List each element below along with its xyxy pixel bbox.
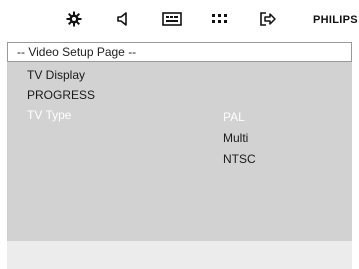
dots-grid-icon[interactable] — [208, 8, 232, 30]
settings-panel: TV Display PROGRESS TV Type PAL Multi NT… — [7, 62, 352, 241]
brand-logo: PHILIPS — [313, 14, 358, 26]
option-pal[interactable]: PAL — [223, 110, 245, 124]
menu-item-tv-display[interactable]: TV Display — [27, 68, 85, 82]
speaker-icon[interactable] — [113, 8, 135, 30]
menu-item-progress[interactable]: PROGRESS — [27, 88, 95, 102]
top-toolbar: PHILIPS — [0, 0, 359, 40]
exit-icon[interactable] — [256, 8, 280, 30]
subtitle-icon[interactable] — [160, 8, 184, 30]
option-ntsc[interactable]: NTSC — [223, 152, 256, 166]
option-multi[interactable]: Multi — [223, 131, 248, 145]
gear-icon[interactable] — [63, 8, 85, 30]
page-title: -- Video Setup Page -- — [17, 45, 137, 59]
page-title-bar: -- Video Setup Page -- — [7, 42, 352, 62]
menu-item-tv-type[interactable]: TV Type — [27, 108, 71, 122]
footer-bar — [7, 241, 352, 269]
